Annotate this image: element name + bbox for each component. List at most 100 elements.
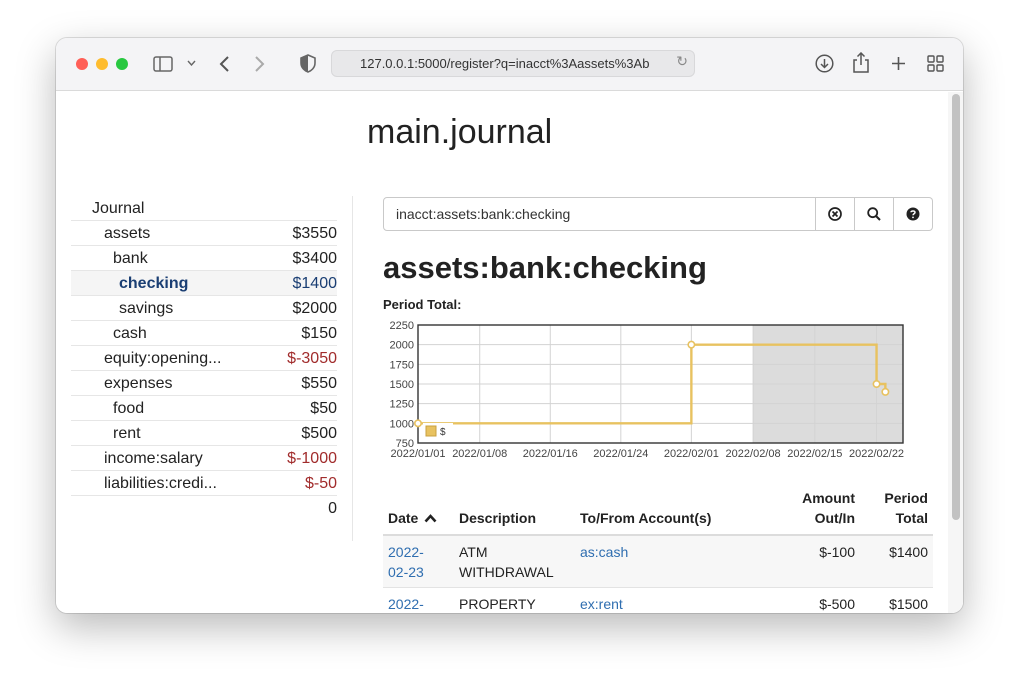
vertical-scrollbar[interactable] (948, 92, 963, 613)
page-content: main.journal Journal assets $3550 bank $340… (56, 92, 963, 613)
date-column-header[interactable]: Date (383, 484, 454, 536)
register-row: 2022-02-22 PROPERTYMGMT CO ex:rent $-500$15… (383, 587, 933, 613)
date-cell: 2022-02-22 (383, 587, 454, 613)
sidebar-account-name[interactable]: savings (119, 300, 173, 318)
register-table: Date Description To/From Account(s) Amou… (383, 484, 933, 613)
legend-label: $ (440, 427, 446, 438)
sidebar-account-name[interactable]: income:salary (104, 450, 203, 468)
account-cell: ex:rent (575, 587, 775, 613)
search-input[interactable] (383, 197, 816, 231)
balance-chart: 7501000125015001750200022502022/01/01 202… (390, 320, 905, 460)
amount-cell: $-500 (775, 587, 860, 613)
total-header-line2: Total (895, 510, 928, 526)
sidebar-account-row[interactable]: food $50 (71, 396, 337, 421)
description-cell: PROPERTYMGMT CO (454, 587, 575, 613)
desktop: 127.0.0.1:5000/register?q=inacct%3Aasset… (0, 0, 1019, 687)
sidebar-account-name[interactable]: cash (113, 325, 147, 343)
data-point (413, 419, 422, 428)
sidebar-account-name[interactable]: checking (119, 275, 188, 293)
date-cell: 2022- 02-23 (383, 535, 454, 588)
account-link[interactable]: as:cash (580, 544, 628, 560)
forward-arrow-icon[interactable] (254, 55, 265, 73)
sidebar-account-amount: $1400 (292, 275, 338, 292)
clear-circle-icon (828, 207, 842, 221)
minimize-window-button[interactable] (96, 58, 108, 70)
amount-header-line2: Out/In (814, 510, 855, 526)
sidebar-journal-header[interactable]: Journal (71, 196, 337, 221)
sidebar-account-row[interactable]: savings $2000 (71, 296, 337, 321)
clear-search-button[interactable] (816, 197, 855, 231)
browser-window: 127.0.0.1:5000/register?q=inacct%3Aasset… (56, 38, 963, 613)
sidebar-account-row[interactable]: rent $500 (71, 421, 337, 446)
sidebar-account-amount: $3400 (292, 250, 338, 267)
sidebar-account-amount: $50 (310, 400, 337, 417)
date-part1: 2022- (388, 596, 424, 612)
sidebar-account-amount: $3550 (292, 225, 338, 242)
x-tick-label: 2022/02/01 (664, 448, 719, 460)
sidebar-account-name[interactable]: liabilities:credi... (104, 475, 217, 493)
account-link[interactable]: ex:rent (580, 596, 623, 612)
sidebar-account-amount: $-50 (304, 475, 337, 492)
register-header-row: Date Description To/From Account(s) Amou… (383, 484, 933, 536)
description-line1: PROPERTY (459, 596, 536, 612)
close-window-button[interactable] (76, 58, 88, 70)
privacy-shield-icon[interactable] (300, 54, 316, 73)
amount-cell: $-100 (775, 535, 860, 588)
accounts-column-header: To/From Account(s) (575, 484, 775, 536)
sidebar-account-row[interactable]: expenses $550 (71, 371, 337, 396)
sidebar-account-name[interactable]: rent (113, 425, 141, 443)
sidebar-account-amount: $150 (301, 325, 337, 342)
scrollbar-thumb[interactable] (952, 94, 960, 520)
reload-icon[interactable]: ↻ (676, 54, 688, 70)
chevron-down-icon[interactable] (187, 60, 196, 66)
sidebar-journal-link[interactable]: Journal (92, 200, 144, 218)
register-body: 2022- 02-23 ATM WITHDRAWAL as:cash $-100 $1400… (383, 535, 933, 613)
account-title: assets:bank:checking (383, 250, 707, 285)
sidebar-account-amount: $500 (301, 425, 337, 442)
date-link[interactable]: 2022-02-22 (388, 596, 424, 613)
sidebar-account-list: assets $3550 bank $3400 checking $1400 savings… (71, 221, 337, 496)
search-icon (867, 207, 881, 221)
sidebar-account-row[interactable]: cash $150 (71, 321, 337, 346)
search-form (383, 197, 933, 231)
help-button[interactable] (894, 197, 933, 231)
sidebar-account-amount: $-3050 (287, 350, 337, 367)
new-tab-plus-icon[interactable] (891, 56, 906, 71)
back-arrow-icon[interactable] (219, 55, 230, 73)
date-link[interactable]: 2022- 02-23 (388, 544, 424, 580)
sidebar-account-name[interactable]: expenses (104, 375, 173, 393)
sidebar-divider (352, 196, 353, 541)
tab-overview-icon[interactable] (927, 55, 944, 72)
sidebar-account-row[interactable]: bank $3400 (71, 246, 337, 271)
sidebar-account-amount: $2000 (292, 300, 338, 317)
sidebar-account-row[interactable]: assets $3550 (71, 221, 337, 246)
sidebar-total-row: 0 (71, 496, 337, 521)
sort-ascending-icon[interactable] (424, 514, 437, 523)
x-tick-label: 2022/02/22 (849, 448, 904, 460)
sidebar-account-name[interactable]: assets (104, 225, 150, 243)
download-icon[interactable] (815, 54, 834, 73)
date-part2: 02-23 (388, 564, 424, 580)
sidebar-account-row[interactable]: equity:opening... $-3050 (71, 346, 337, 371)
sidebar-total-amount: 0 (328, 500, 337, 517)
total-header-line1: Period (884, 490, 928, 506)
share-icon[interactable] (853, 52, 869, 73)
y-tick-label: 1250 (390, 399, 414, 411)
sidebar-account-row[interactable]: checking $1400 (71, 271, 337, 296)
date-header-label: Date (388, 510, 419, 526)
sidebar-account-row[interactable]: income:salary $-1000 (71, 446, 337, 471)
sidebar-account-amount: $-1000 (287, 450, 337, 467)
sidebar-toggle-icon[interactable] (153, 56, 173, 72)
sidebar-account-name[interactable]: equity:opening... (104, 350, 221, 368)
help-question-icon (906, 207, 920, 221)
sidebar-account-row[interactable]: liabilities:credi... $-50 (71, 471, 337, 496)
search-button[interactable] (855, 197, 894, 231)
sidebar-account-name[interactable]: food (113, 400, 144, 418)
total-cell: $1400 (860, 535, 933, 588)
legend-swatch (425, 425, 437, 437)
data-point (881, 387, 890, 396)
sidebar-account-name[interactable]: bank (113, 250, 148, 268)
address-bar[interactable]: 127.0.0.1:5000/register?q=inacct%3Aasset… (331, 50, 695, 77)
zoom-window-button[interactable] (116, 58, 128, 70)
x-tick-label: 2022/01/24 (593, 448, 648, 460)
